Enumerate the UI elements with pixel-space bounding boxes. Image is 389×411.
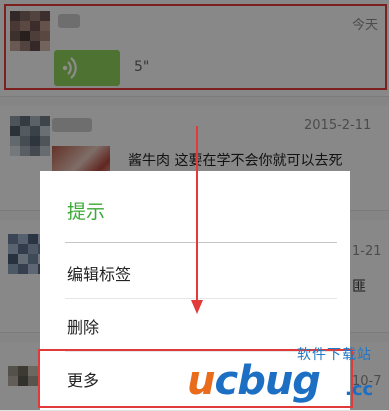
dialog-title: 提示 (67, 201, 106, 223)
watermark-u: u (187, 358, 216, 404)
arrow-down-icon (196, 126, 198, 306)
watermark-suffix: .cc (345, 379, 374, 400)
arrow-head (191, 300, 203, 314)
menu-item-label: 编辑标签 (67, 265, 132, 284)
ucbug-watermark-logo: 软件下载站 ucbug .cc (185, 342, 385, 406)
watermark-wordmark: ucbug (187, 358, 321, 404)
menu-item-label: 删除 (67, 318, 100, 337)
menu-item-edit-tags[interactable]: 编辑标签 (40, 246, 350, 298)
title-divider (65, 242, 337, 243)
watermark-cbug: cbug (214, 358, 320, 404)
